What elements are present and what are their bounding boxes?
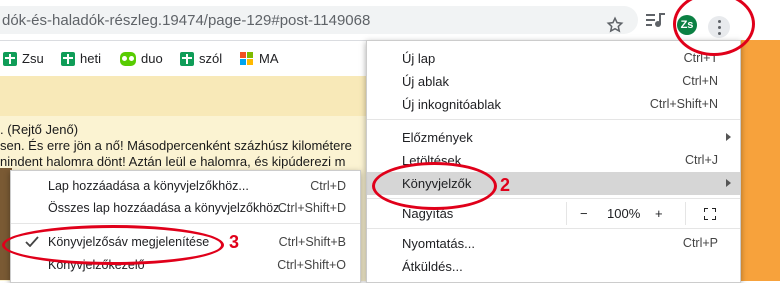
green-cross-icon (3, 51, 17, 66)
submenu-arrow-icon (726, 179, 731, 187)
bookmark-duo[interactable]: duo (120, 51, 163, 66)
menu-shortcut: Ctrl+Shift+N (649, 97, 718, 111)
menu-shortcut: Ctrl+P (682, 236, 718, 250)
submenu-label: Lap hozzáadása a könyvjelzőkhöz... (48, 179, 249, 193)
menu-label: Új ablak (402, 74, 449, 89)
owl-icon (120, 51, 136, 66)
menu-shortcut: Ctrl+N (682, 74, 718, 88)
submenu-item-add-page[interactable]: Lap hozzáadása a könyvjelzőkhöz... Ctrl+… (11, 174, 360, 197)
submenu-shortcut: Ctrl+Shift+D (277, 201, 346, 215)
menu-separator (367, 119, 740, 120)
green-cross-icon (180, 51, 194, 66)
bookmark-heti[interactable]: heti (61, 51, 101, 66)
page-text-line: sen. És erre jön a nő! Másodpercenként s… (0, 138, 352, 153)
bookmark-zsu[interactable]: Zsu (3, 51, 44, 66)
submenu-shortcut: Ctrl+Shift+O (277, 258, 346, 272)
annotation-ring-show-bar (2, 225, 224, 265)
submenu-shortcut: Ctrl+Shift+B (278, 235, 346, 249)
submenu-separator (11, 223, 360, 224)
menu-item-new-tab[interactable]: Új lap Ctrl+T (367, 47, 740, 70)
annotation-step-2: 2 (500, 175, 511, 195)
annotation-step-3: 3 (229, 232, 240, 252)
omnibox[interactable]: dók-és-haladók-részleg.19474/page-129#po… (0, 6, 638, 34)
page-text-line: nindent halomra dönt! Aztán leül e halom… (0, 154, 346, 169)
page-edge-strip (740, 40, 780, 281)
submenu-label: Összes lap hozzáadása a könyvjelzőkhöz..… (48, 201, 290, 215)
menu-label: Nyomtatás... (402, 236, 475, 251)
windows-logo-icon (240, 51, 254, 66)
submenu-shortcut: Ctrl+D (310, 179, 346, 193)
green-cross-icon (61, 51, 75, 66)
bookmark-label: Zsu (22, 51, 44, 66)
zoom-in-button[interactable]: + (655, 206, 663, 221)
bookmark-label: duo (141, 51, 163, 66)
menu-item-incognito[interactable]: Új inkognitóablak Ctrl+Shift+N (367, 93, 740, 116)
bookmark-ma[interactable]: MA (240, 51, 279, 66)
menu-item-cast[interactable]: Átküldés... (367, 255, 740, 278)
menu-separator (367, 228, 740, 229)
menu-label: Új inkognitóablak (402, 97, 502, 112)
menu-shortcut: Ctrl+J (685, 153, 718, 167)
bookmark-label: MA (259, 51, 279, 66)
menu-label: Előzmények (402, 130, 473, 145)
address-bar: dók-és-haladók-részleg.19474/page-129#po… (0, 0, 780, 41)
page-text-line: . (Rejtő Jenő) (0, 122, 79, 137)
submenu-item-add-all[interactable]: Összes lap hozzáadása a könyvjelzőkhöz..… (11, 196, 360, 219)
menu-label: Új lap (402, 51, 436, 66)
bookmark-label: heti (80, 51, 101, 66)
bookmark-szol[interactable]: szól (180, 51, 222, 66)
menu-label: Átküldés... (402, 259, 463, 274)
zoom-level: 100% (607, 206, 641, 221)
url-text[interactable]: dók-és-haladók-részleg.19474/page-129#po… (2, 12, 370, 29)
zoom-out-button[interactable]: − (580, 206, 588, 221)
menu-item-history[interactable]: Előzmények (367, 126, 740, 149)
bookmark-star-icon[interactable] (606, 16, 624, 34)
media-control-icon[interactable] (646, 12, 666, 28)
bookmark-label: szól (199, 51, 223, 66)
annotation-ring-bookmarks (372, 162, 497, 210)
fullscreen-icon[interactable] (704, 208, 716, 220)
menu-item-new-window[interactable]: Új ablak Ctrl+N (367, 70, 740, 93)
submenu-arrow-icon (726, 133, 731, 141)
menu-item-print[interactable]: Nyomtatás... Ctrl+P (367, 232, 740, 255)
